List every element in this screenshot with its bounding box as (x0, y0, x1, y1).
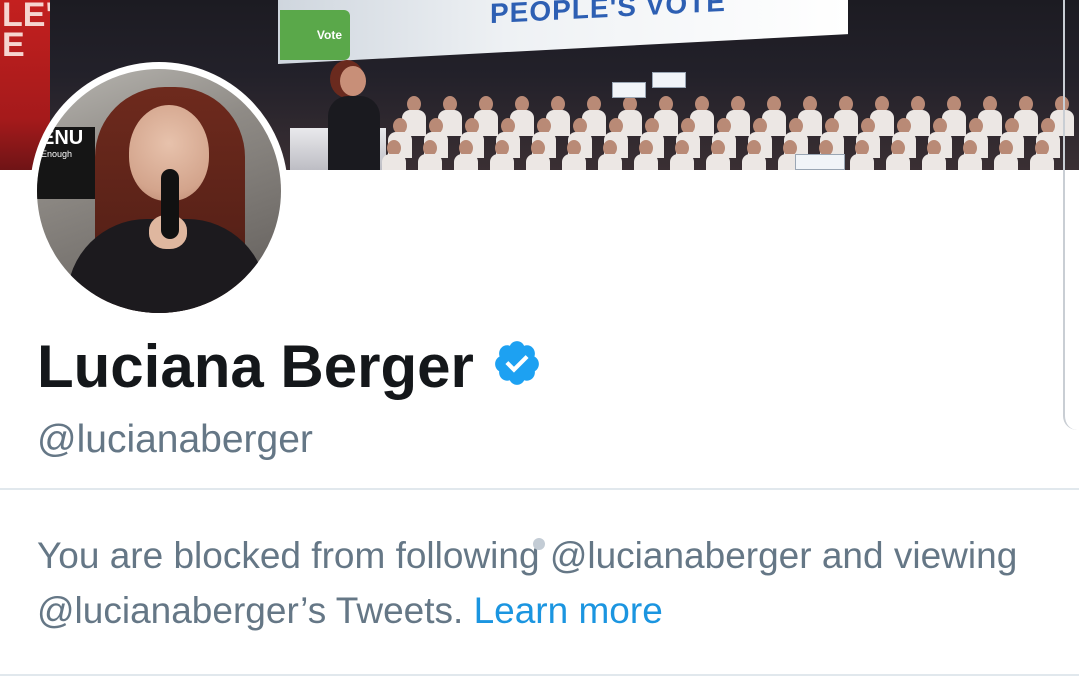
verified-badge-icon (494, 341, 539, 385)
scroll-edge (1063, 0, 1079, 430)
microphone (161, 169, 179, 239)
avatar[interactable]: ENU Enough (30, 62, 288, 320)
touch-indicator (533, 538, 545, 550)
display-name: Luciana Berger (37, 332, 474, 400)
banner-side-sign-text: LE'S E (2, 0, 50, 64)
display-name-row: Luciana Berger (37, 330, 542, 402)
divider (0, 674, 1079, 676)
avatar-sign-subtext: Enough (41, 149, 73, 159)
banner-placard (795, 154, 845, 170)
banner-speaker (322, 60, 386, 170)
divider (0, 488, 1079, 490)
banner-screen-green-panel: Vote (280, 10, 350, 60)
banner-placard (612, 82, 646, 98)
learn-more-link[interactable]: Learn more (474, 590, 663, 631)
banner-placard (652, 72, 686, 88)
banner-crowd (380, 96, 1079, 170)
banner-screen-green-label: Vote (316, 28, 342, 42)
avatar-sign-text: ENU (41, 127, 84, 149)
profile-handle: @lucianaberger (37, 418, 313, 461)
profile-page: LE'S E Vote PEOPLE'S VOTE ENU Enough (0, 0, 1079, 690)
avatar-photo: ENU Enough (37, 69, 281, 313)
avatar-sign: ENU Enough (37, 127, 95, 199)
